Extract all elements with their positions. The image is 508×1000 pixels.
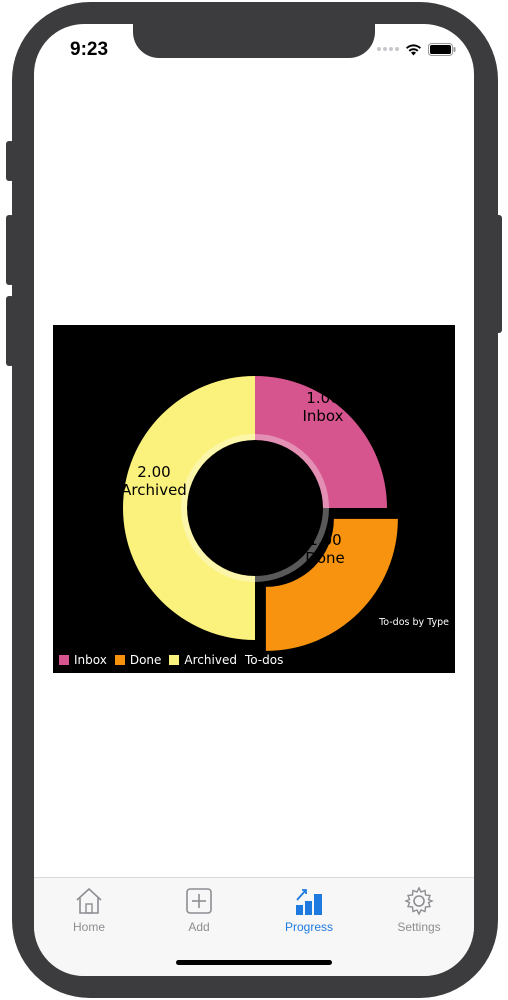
tab-home[interactable]: Home	[34, 878, 144, 940]
slice-name-archived: Archived	[121, 481, 187, 499]
tab-home-label: Home	[72, 920, 105, 934]
legend-label-done: Done	[129, 653, 162, 667]
slice-label-inbox: 1.00 Inbox	[278, 389, 368, 425]
slice-value-inbox: 1.00	[306, 389, 340, 407]
tab-settings[interactable]: Settings	[364, 878, 474, 940]
legend-item-inbox: Inbox	[59, 653, 107, 667]
phone-screen: 9:23 1.00 Inbox 1.00 Done 2.00 Archived	[34, 24, 474, 976]
home-indicator	[176, 960, 332, 965]
todos-donut-chart: 1.00 Inbox 1.00 Done 2.00 Archived To-do…	[53, 325, 455, 673]
progress-chart-icon	[296, 889, 322, 915]
tab-progress-label: Progress	[284, 920, 334, 934]
home-icon	[76, 887, 102, 914]
slice-name-inbox: Inbox	[302, 407, 344, 425]
legend-label-archived: Archived	[184, 653, 237, 667]
donut-slice-archived	[123, 376, 255, 640]
notch	[133, 24, 375, 58]
gear-icon	[404, 886, 434, 916]
slice-value-done: 1.00	[308, 531, 342, 549]
legend-label-inbox: Inbox	[74, 653, 107, 667]
tab-progress[interactable]: Progress	[254, 878, 364, 940]
chart-legend: Inbox Done Archived To-dos	[59, 653, 283, 667]
battery-icon	[428, 42, 456, 56]
legend-swatch-done	[114, 655, 125, 665]
legend-swatch-inbox	[59, 655, 69, 665]
slice-value-archived: 2.00	[137, 463, 171, 481]
legend-item-archived: Archived	[169, 653, 237, 667]
tab-add-label: Add	[188, 920, 210, 934]
status-icons	[377, 42, 456, 56]
slice-name-done: Done	[305, 549, 345, 567]
wifi-icon	[406, 43, 421, 55]
tab-add[interactable]: Add	[144, 878, 254, 940]
tab-settings-label: Settings	[397, 920, 441, 934]
status-time: 9:23	[70, 39, 109, 60]
slice-label-done: 1.00 Done	[280, 531, 370, 567]
slice-label-archived: 2.00 Archived	[109, 463, 199, 499]
legend-title: To-dos	[244, 653, 284, 667]
legend-item-done: Done	[114, 653, 162, 667]
add-icon	[186, 888, 212, 914]
chart-title: To-dos by Type	[379, 617, 449, 628]
legend-swatch-archived	[169, 655, 180, 665]
cellular-signal-icon	[377, 47, 399, 51]
